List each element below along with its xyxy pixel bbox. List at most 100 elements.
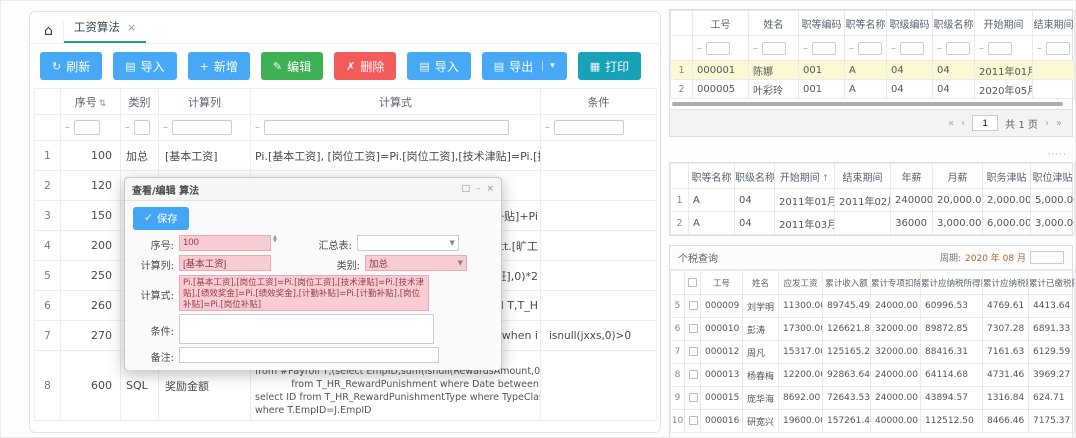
header-结束期间[interactable]: 结束期间 — [1033, 11, 1075, 36]
filter-operator[interactable]: – — [753, 43, 758, 54]
header-职级名称[interactable]: 职级名称 — [735, 164, 775, 189]
tax-row[interactable]: 10000016研宽兴19600.00157261.4240000.001125… — [671, 410, 1075, 433]
period-input[interactable] — [1030, 251, 1064, 264]
minimize-icon[interactable]: – — [476, 184, 481, 194]
row-checkbox[interactable] — [689, 324, 698, 333]
row-checkbox[interactable] — [689, 370, 698, 379]
filter-operator[interactable]: – — [1037, 43, 1042, 54]
toolbar-button-import[interactable]: ▤导入 — [113, 52, 176, 80]
save-button[interactable]: ✓ 保存 — [133, 207, 189, 230]
filter-input-结束期间[interactable] — [1046, 42, 1070, 55]
header-条件[interactable]: 条件 — [541, 89, 657, 115]
filter-operator[interactable]: – — [255, 122, 260, 133]
header-累计专项扣除[interactable]: 累计专项扣除 — [871, 271, 921, 295]
formula-textarea[interactable]: Pi.[基本工资],[岗位工资]=Pi.[岗位工资],[技术津贴]=Pi.[技术… — [179, 275, 429, 311]
grade-row[interactable]: 2000005叶彩玲001A04042020年05月 — [671, 80, 1075, 99]
header-应发工资[interactable]: 应发工资 — [779, 271, 823, 295]
last-page-icon[interactable]: » — [1056, 118, 1062, 129]
salary-row[interactable]: 1A042011年01月2011年02月24000020,000.002,000… — [671, 189, 1075, 212]
tax-row[interactable]: 6000010彭涛17300.00126621.8132000.0089872.… — [671, 318, 1075, 341]
salary-row[interactable]: 2A042011年03月360003,000.006,000.003,000.0… — [671, 212, 1075, 235]
header-序号[interactable]: 序号⇅ — [61, 89, 121, 115]
filter-input-计算列[interactable] — [172, 120, 232, 135]
type-select[interactable]: 加总 ▼ — [365, 255, 467, 271]
maximize-icon[interactable]: □ — [461, 184, 470, 194]
header-计算式[interactable]: 计算式 — [251, 89, 541, 115]
row-checkbox[interactable] — [689, 347, 698, 356]
filter-operator[interactable]: – — [937, 43, 942, 54]
row-checkbox[interactable] — [689, 393, 698, 402]
splitter-handle[interactable]: ····· — [1048, 150, 1067, 160]
filter-operator[interactable]: – — [979, 43, 984, 54]
toolbar-button-edit[interactable]: ✎编辑 — [261, 52, 323, 80]
condition-textarea[interactable] — [179, 314, 434, 344]
header-工号[interactable]: 工号 — [693, 11, 749, 36]
remark-input[interactable] — [179, 347, 439, 363]
header-累计收入额[interactable]: 累计收入额 — [823, 271, 871, 295]
tax-row[interactable]: 5000009刘学明11300.0089745.4924000.0060996.… — [671, 295, 1075, 318]
tax-row[interactable]: 8000013杨春梅12200.0092863.6424000.0064114.… — [671, 364, 1075, 387]
filter-input-职级编码[interactable] — [900, 42, 924, 55]
header-工号[interactable]: 工号 — [701, 271, 743, 295]
row-checkbox[interactable] — [689, 301, 698, 310]
filter-operator[interactable]: – — [849, 43, 854, 54]
header-职等名称[interactable]: 职等名称 — [845, 11, 887, 36]
header-累计应纳税所得额[interactable]: 累计应纳税所得额 — [921, 271, 983, 295]
toolbar-button-export[interactable]: ▤导出▾ — [482, 52, 567, 80]
filter-operator[interactable]: – — [163, 122, 168, 133]
filter-input-职级名称[interactable] — [946, 42, 970, 55]
header-姓名[interactable]: 姓名 — [749, 11, 799, 36]
filter-input-职等名称[interactable] — [858, 42, 882, 55]
chevron-down-icon[interactable]: ▾ — [542, 61, 555, 71]
tax-row[interactable]: 7000012周凡15317.00125165.2732000.0088416.… — [671, 341, 1075, 364]
toolbar-button-delete[interactable]: ✗删除 — [334, 52, 396, 80]
filter-input-类别[interactable] — [134, 120, 150, 135]
filter-input-条件[interactable] — [554, 120, 624, 135]
tax-row[interactable]: 9000015庞华海8692.0072643.5324000.0043894.5… — [671, 387, 1075, 410]
algorithm-row[interactable]: 1100加总[基本工资]Pi.[基本工资], [岗位工资]=Pi.[岗位工资],… — [35, 141, 657, 171]
header-开始期间[interactable]: 开始期间↑ — [775, 164, 835, 189]
header-年薪[interactable]: 年薪 — [891, 164, 933, 189]
filter-input-工号[interactable] — [706, 42, 730, 55]
header-职位津贴[interactable]: 职位津贴 — [1031, 164, 1075, 189]
close-icon[interactable]: × — [486, 184, 494, 194]
prev-page-icon[interactable]: ‹ — [961, 118, 965, 129]
tab-salary-algorithm[interactable]: 工资算法 × — [64, 15, 146, 43]
select-all-checkbox[interactable] — [688, 278, 697, 287]
header-职等名称[interactable]: 职等名称 — [689, 164, 735, 189]
filter-operator[interactable]: – — [803, 43, 808, 54]
toolbar-button-import-2[interactable]: ▤导入 — [407, 52, 470, 80]
header-职级编码[interactable]: 职级编码 — [887, 11, 933, 36]
header-结束期间[interactable]: 结束期间 — [835, 164, 891, 189]
order-input[interactable] — [179, 235, 271, 251]
filter-input-职等编码[interactable] — [812, 42, 836, 55]
filter-operator[interactable]: – — [545, 122, 550, 133]
header-开始期间[interactable]: 开始期间 — [975, 11, 1033, 36]
stepper-icon[interactable]: ▲▼ — [273, 235, 277, 243]
row-checkbox[interactable] — [689, 416, 698, 425]
filter-input-计算式[interactable] — [264, 120, 509, 135]
header-月薪[interactable]: 月薪 — [933, 164, 983, 189]
column-input[interactable] — [179, 255, 271, 271]
next-page-icon[interactable]: › — [1045, 118, 1049, 129]
filter-operator[interactable]: – — [697, 43, 702, 54]
filter-operator[interactable]: – — [125, 122, 130, 133]
toolbar-button-add[interactable]: +新增 — [188, 52, 250, 80]
header-职等编码[interactable]: 职等编码 — [799, 11, 845, 36]
first-page-icon[interactable]: « — [948, 118, 954, 129]
header-累计已缴税额[interactable]: 累计已缴税额 — [1029, 271, 1075, 295]
page-input[interactable] — [972, 115, 998, 131]
header-计算列[interactable]: 计算列 — [159, 89, 251, 115]
filter-input-开始期间[interactable] — [988, 42, 1012, 55]
filter-operator[interactable]: – — [65, 122, 70, 133]
toolbar-button-print[interactable]: ▦打印 — [578, 52, 641, 80]
filter-input-序号[interactable] — [74, 120, 100, 135]
filter-input-姓名[interactable] — [762, 42, 786, 55]
header-姓名[interactable]: 姓名 — [743, 271, 779, 295]
header-累计应纳税额[interactable]: 累计应纳税额 — [983, 271, 1029, 295]
header-类别[interactable]: 类别 — [121, 89, 159, 115]
home-tab[interactable]: ⌂ — [32, 21, 64, 43]
grade-row[interactable]: 1000001陈娜001A04042011年01月 — [671, 61, 1075, 80]
header-职级名称[interactable]: 职级名称 — [933, 11, 975, 36]
sort-icon[interactable]: ⇅ — [99, 99, 107, 109]
